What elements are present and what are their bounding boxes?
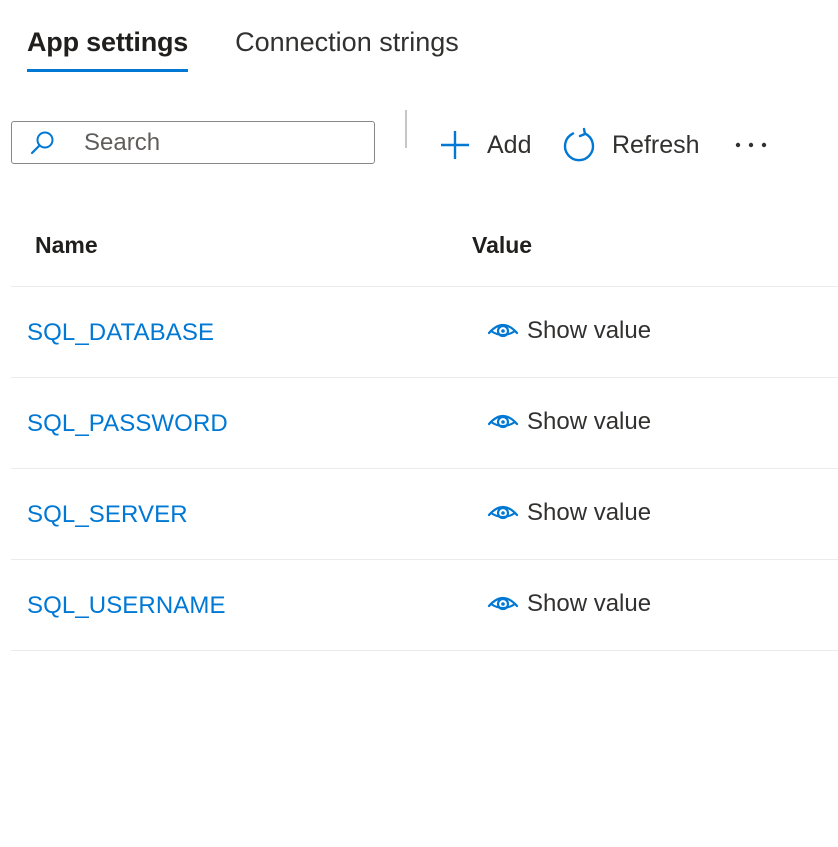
table-row: SQL_DATABASE Show value — [11, 287, 838, 378]
refresh-icon — [562, 127, 596, 163]
setting-name-link[interactable]: SQL_DATABASE — [27, 319, 214, 347]
tab-app-settings[interactable]: App settings — [27, 20, 188, 72]
show-value-label: Show value — [527, 317, 652, 344]
setting-name-link[interactable]: SQL_PASSWORD — [27, 410, 228, 438]
toolbar-divider — [405, 110, 407, 148]
table-header: Name Value — [11, 205, 838, 287]
eye-icon — [487, 320, 519, 342]
search-box[interactable] — [11, 121, 375, 164]
more-button[interactable] — [731, 128, 771, 162]
show-value-button[interactable]: Show value — [487, 499, 651, 527]
show-value-button[interactable]: Show value — [487, 408, 651, 436]
app-settings-table: Name Value SQL_DATABASE Show value SQL_P… — [11, 205, 838, 651]
refresh-button[interactable]: Refresh — [562, 125, 700, 165]
eye-icon — [487, 502, 519, 524]
show-value-label: Show value — [527, 499, 652, 526]
table-row: SQL_PASSWORD Show value — [11, 378, 838, 469]
search-input[interactable] — [82, 127, 346, 158]
plus-icon — [438, 128, 472, 162]
add-button[interactable]: Add — [438, 125, 531, 165]
show-value-button[interactable]: Show value — [487, 590, 651, 618]
tab-bar: App settings Connection strings — [27, 20, 459, 76]
setting-name-link[interactable]: SQL_USERNAME — [27, 592, 226, 620]
show-value-button[interactable]: Show value — [487, 317, 651, 345]
table-row: SQL_USERNAME Show value — [11, 560, 838, 651]
setting-name-link[interactable]: SQL_SERVER — [27, 501, 188, 529]
show-value-label: Show value — [527, 408, 652, 435]
tab-connection-strings[interactable]: Connection strings — [235, 20, 459, 64]
show-value-label: Show value — [527, 590, 652, 617]
refresh-label: Refresh — [612, 130, 700, 159]
table-row: SQL_SERVER Show value — [11, 469, 838, 560]
more-icon — [734, 141, 768, 149]
search-icon — [27, 128, 57, 158]
eye-icon — [487, 411, 519, 433]
eye-icon — [487, 593, 519, 615]
add-label: Add — [487, 130, 532, 159]
column-header-value[interactable]: Value — [472, 232, 532, 259]
column-header-name[interactable]: Name — [35, 232, 98, 259]
